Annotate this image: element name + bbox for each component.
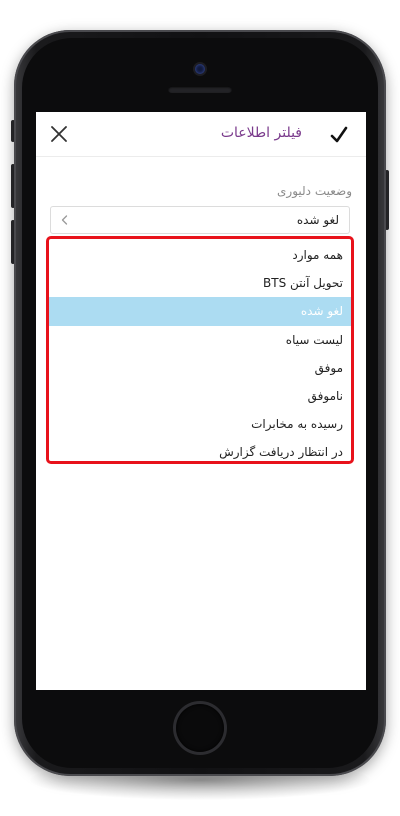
app-screen: فیلتر اطلاعات وضعیت دلیوری لغو شده همه م… [36, 112, 366, 690]
chevron-left-icon [61, 215, 68, 225]
delivery-status-dropdown: همه موارد تحویل آنتن BTS لغو شده لیست سی… [46, 236, 354, 464]
earpiece-speaker [168, 86, 232, 93]
option-successful[interactable]: موفق [49, 354, 351, 382]
option-reached-telecom[interactable]: رسیده به مخابرات [49, 410, 351, 438]
option-cancelled[interactable]: لغو شده [49, 297, 351, 326]
home-button[interactable] [176, 704, 224, 752]
page-title: فیلتر اطلاعات [220, 125, 302, 141]
option-failed[interactable]: ناموفق [49, 382, 351, 410]
option-all[interactable]: همه موارد [49, 241, 351, 269]
confirm-button[interactable] [326, 122, 352, 148]
delivery-status-select[interactable]: لغو شده [50, 206, 350, 234]
device-stage: فیلتر اطلاعات وضعیت دلیوری لغو شده همه م… [0, 0, 400, 816]
front-camera [195, 64, 205, 74]
option-awaiting-report[interactable]: در انتظار دریافت گزارش [49, 438, 351, 466]
check-icon [330, 126, 348, 143]
option-bts-delivered[interactable]: تحویل آنتن BTS [49, 269, 351, 297]
delivery-status-label: وضعیت دلیوری [277, 184, 352, 198]
filter-header: فیلتر اطلاعات [36, 112, 366, 157]
select-current-value: لغو شده [296, 213, 339, 227]
close-button[interactable] [48, 123, 70, 145]
close-icon [51, 126, 67, 142]
option-blacklist[interactable]: لیست سیاه [49, 326, 351, 354]
